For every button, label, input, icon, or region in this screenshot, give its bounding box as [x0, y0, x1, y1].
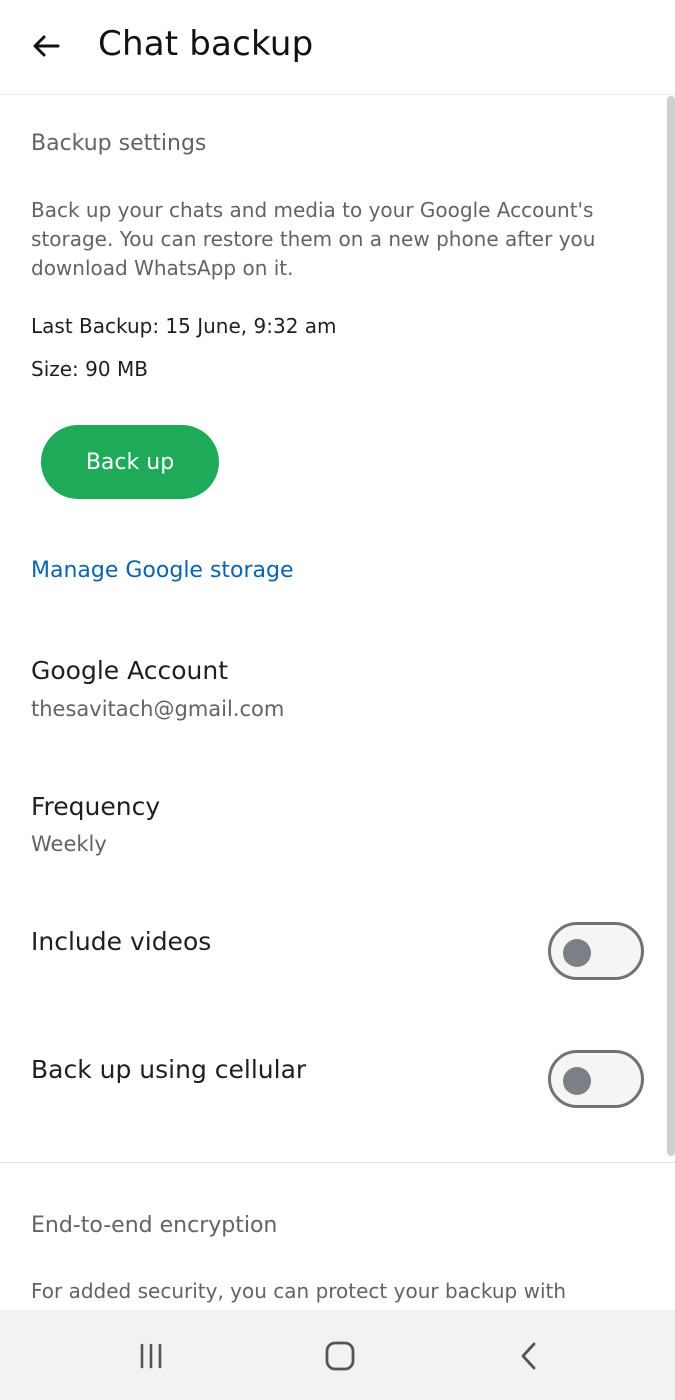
- scrollbar[interactable]: [667, 96, 675, 1156]
- back-up-button[interactable]: Back up: [41, 425, 219, 499]
- page-title: Chat backup: [98, 24, 314, 64]
- backup-description: Back up your chats and media to your Goo…: [31, 198, 596, 280]
- include-videos-label: Include videos: [31, 927, 212, 956]
- google-account-row[interactable]: Google Account thesavitach@gmail.com: [0, 640, 665, 750]
- encryption-description: For added security, you can protect your…: [31, 1279, 567, 1303]
- system-nav-bar: [0, 1310, 675, 1400]
- backup-size-text: Size: 90 MB: [31, 357, 148, 381]
- cellular-label: Back up using cellular: [31, 1055, 307, 1084]
- backup-settings-header: Backup settings: [31, 131, 207, 156]
- google-account-title: Google Account: [31, 656, 229, 685]
- encryption-header: End-to-end encryption: [31, 1213, 278, 1238]
- last-backup-text: Last Backup: 15 June, 9:32 am: [31, 314, 337, 338]
- section-divider: [0, 1162, 675, 1163]
- toggle-knob: [563, 1067, 591, 1095]
- include-videos-toggle[interactable]: [548, 922, 644, 980]
- nav-back-icon: [521, 1342, 536, 1370]
- cellular-toggle[interactable]: [548, 1050, 644, 1108]
- recents-button[interactable]: [123, 1328, 179, 1384]
- frequency-value: Weekly: [31, 832, 107, 856]
- manage-google-storage-link[interactable]: Manage Google storage: [31, 558, 294, 583]
- arrow-left-icon: [33, 35, 60, 57]
- app-bar: Chat backup: [0, 0, 675, 95]
- frequency-title: Frequency: [31, 792, 161, 821]
- home-button[interactable]: [312, 1328, 368, 1384]
- home-icon: [325, 1341, 355, 1371]
- nav-back-button[interactable]: [501, 1328, 557, 1384]
- frequency-row[interactable]: Frequency Weekly: [0, 778, 665, 888]
- toggle-knob: [563, 939, 591, 967]
- recents-icon: [140, 1343, 162, 1369]
- google-account-email: thesavitach@gmail.com: [31, 697, 285, 721]
- back-button[interactable]: [22, 22, 70, 70]
